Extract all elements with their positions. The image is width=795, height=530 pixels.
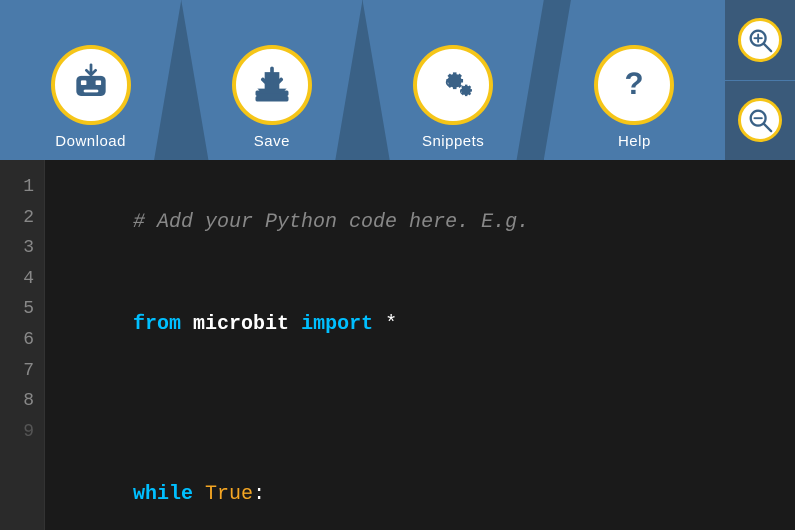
code-line-4 bbox=[61, 410, 779, 444]
line-num-2: 2 bbox=[10, 203, 34, 234]
save-button[interactable]: Save bbox=[181, 0, 362, 160]
line-numbers: 1 2 3 4 5 6 7 8 9 bbox=[0, 160, 45, 530]
line-num-8: 8 bbox=[10, 386, 34, 417]
code-line-2: from microbit import * bbox=[61, 274, 779, 376]
help-label: Help bbox=[618, 133, 651, 150]
zoom-in-icon bbox=[738, 18, 782, 62]
code-line-5: while True: bbox=[61, 444, 779, 530]
help-icon: ? bbox=[612, 63, 656, 107]
line-num-5: 5 bbox=[10, 294, 34, 325]
line-num-3: 3 bbox=[10, 233, 34, 264]
code-content[interactable]: # Add your Python code here. E.g. from m… bbox=[45, 160, 795, 530]
code-line-1: # Add your Python code here. E.g. bbox=[61, 172, 779, 274]
zoom-out-icon bbox=[738, 98, 782, 142]
download-icon-circle bbox=[51, 45, 131, 125]
zoom-in-button[interactable] bbox=[725, 0, 795, 81]
code-editor: 1 2 3 4 5 6 7 8 9 # Add your Python code… bbox=[0, 160, 795, 530]
code-line-3 bbox=[61, 376, 779, 410]
download-icon bbox=[69, 63, 113, 107]
snippets-icon-circle bbox=[413, 45, 493, 125]
snippets-button[interactable]: Snippets bbox=[363, 0, 544, 160]
line-num-1: 1 bbox=[10, 172, 34, 203]
svg-text:?: ? bbox=[625, 66, 644, 101]
save-label: Save bbox=[254, 133, 290, 150]
zoom-panel bbox=[725, 0, 795, 160]
save-icon bbox=[250, 63, 294, 107]
snippets-icon bbox=[431, 63, 475, 107]
line-num-9: 9 bbox=[10, 417, 34, 448]
save-icon-circle bbox=[232, 45, 312, 125]
download-button[interactable]: Download bbox=[0, 0, 181, 160]
zoom-out-button[interactable] bbox=[725, 81, 795, 161]
help-button[interactable]: ? Help bbox=[544, 0, 725, 160]
line-num-4: 4 bbox=[10, 264, 34, 295]
help-icon-circle: ? bbox=[594, 45, 674, 125]
snippets-label: Snippets bbox=[422, 133, 484, 150]
download-label: Download bbox=[55, 133, 126, 150]
toolbar: Download Save bbox=[0, 0, 795, 160]
line-num-6: 6 bbox=[10, 325, 34, 356]
line-num-7: 7 bbox=[10, 356, 34, 387]
